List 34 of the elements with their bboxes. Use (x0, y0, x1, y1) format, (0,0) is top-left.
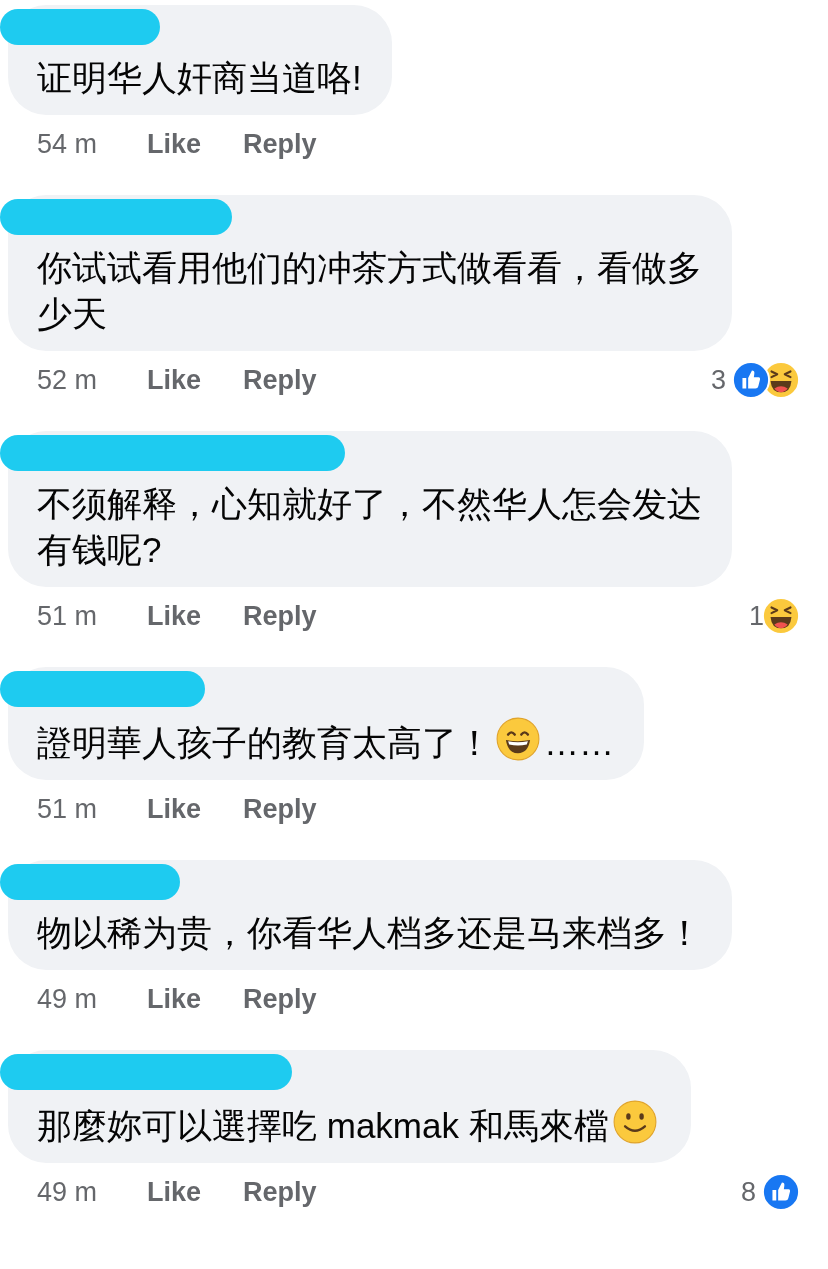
like-link[interactable]: Like (147, 123, 243, 165)
comment-time: 51 m (37, 599, 99, 633)
like-link[interactable]: Like (147, 978, 243, 1020)
reaction-summary[interactable]: 3 (710, 359, 800, 401)
reply-link[interactable]: Reply (243, 595, 317, 637)
like-link[interactable]: Like (147, 1171, 243, 1213)
reply-link[interactable]: Reply (243, 1171, 317, 1213)
comment-text: 你试试看用他们的冲茶方式做看看，看做多 (37, 247, 702, 289)
comment-text: 少天 (37, 293, 108, 335)
like-link[interactable]: Like (147, 359, 243, 401)
reply-link[interactable]: Reply (243, 123, 317, 165)
comment-text: 證明華人孩子的教育太高了！ …… (37, 717, 614, 766)
grinning-face-icon (496, 717, 540, 761)
reply-link[interactable]: Reply (243, 788, 317, 830)
comment-text: 有钱呢? (37, 529, 163, 571)
like-link[interactable]: Like (147, 788, 243, 830)
comment-text: 证明华人奸商当道咯! (37, 57, 362, 99)
comment-time: 49 m (37, 1175, 99, 1209)
thumbs-up-icon (732, 361, 770, 399)
comment-time: 51 m (37, 792, 99, 826)
comment-text: 物以稀为贵，你看华人档多还是马来档多！ (37, 912, 702, 954)
reply-link[interactable]: Reply (243, 359, 317, 401)
like-link[interactable]: Like (147, 595, 243, 637)
laughing-face-icon (762, 597, 800, 635)
comment-text: 不须解释，心知就好了，不然华人怎会发达 (37, 483, 702, 525)
reaction-summary[interactable]: 1 (748, 595, 800, 637)
thumbs-up-icon (762, 1173, 800, 1211)
comment-time: 49 m (37, 982, 99, 1016)
reply-link[interactable]: Reply (243, 978, 317, 1020)
smiling-face-icon (612, 1100, 657, 1144)
reaction-summary[interactable]: 8 (740, 1171, 800, 1213)
comment-time: 54 m (37, 127, 99, 161)
comment-time: 52 m (37, 363, 99, 397)
comment-text: 那麼妳可以選擇吃 makmak 和馬來檔 (37, 1100, 661, 1149)
